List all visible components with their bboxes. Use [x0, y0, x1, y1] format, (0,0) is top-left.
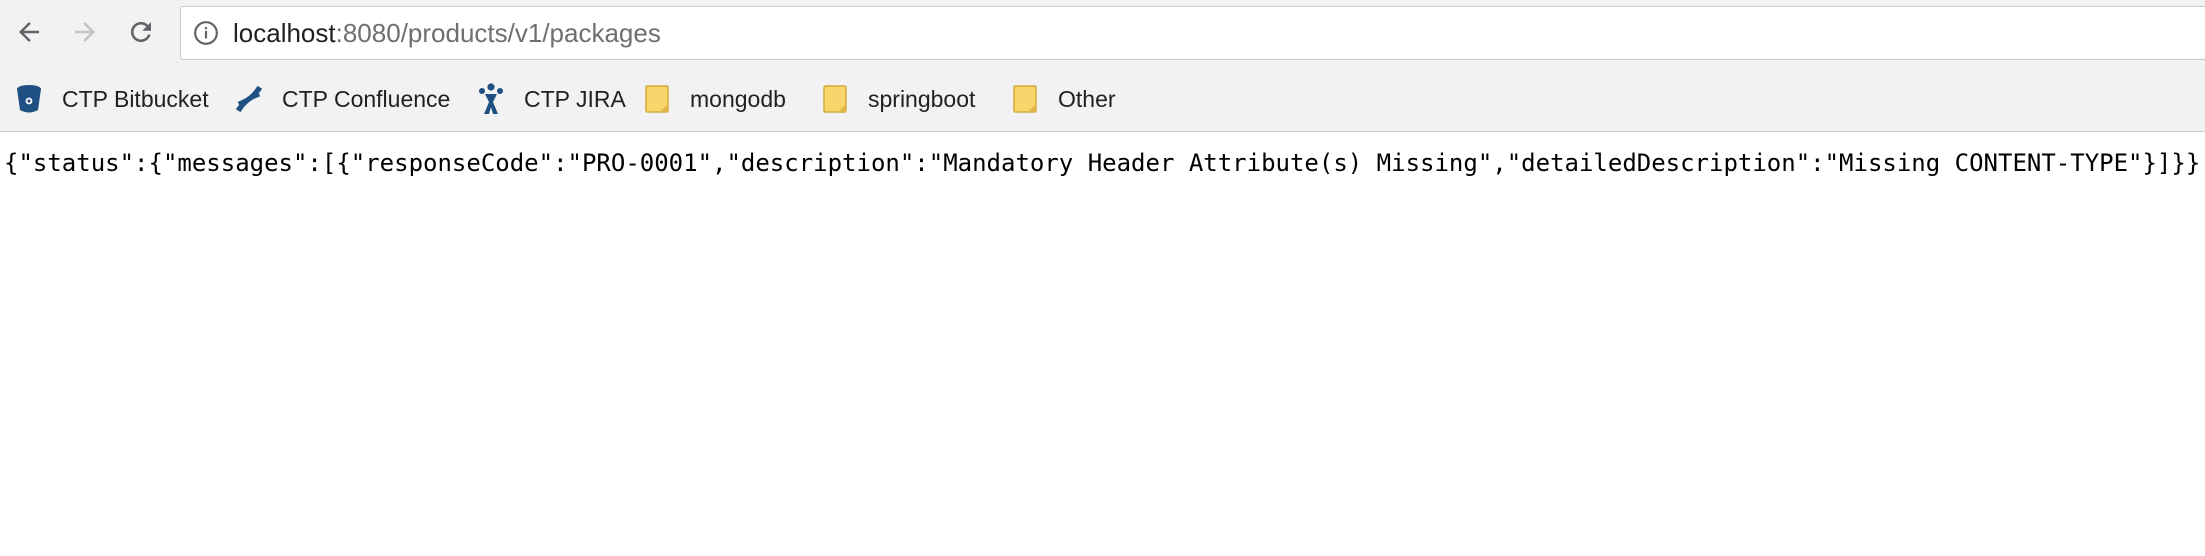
browser-toolbar: localhost:8080/products/v1/packages: [0, 0, 2205, 68]
bookmarks-bar: CTP Bitbucket CTP Confluence CTP JIRA mo…: [0, 68, 2205, 132]
bookmark-label: CTP Bitbucket: [62, 85, 209, 112]
info-icon[interactable]: [193, 20, 219, 46]
forward-button[interactable]: [66, 13, 104, 51]
bookmark-folder-mongodb[interactable]: mongodb: [642, 68, 786, 130]
bookmark-folder-other[interactable]: Other: [1010, 68, 1116, 130]
confluence-icon: [234, 82, 264, 116]
bitbucket-icon: [14, 82, 44, 116]
back-button[interactable]: [10, 13, 48, 51]
bookmark-ctp-confluence[interactable]: CTP Confluence: [234, 68, 450, 130]
arrow-right-icon: [75, 22, 95, 42]
reload-icon: [131, 22, 151, 42]
reload-button[interactable]: [122, 13, 160, 51]
bookmark-ctp-jira[interactable]: CTP JIRA: [476, 68, 626, 130]
bookmark-label: CTP Confluence: [282, 85, 451, 112]
url-path: :8080/products/v1/packages: [335, 18, 661, 48]
bookmark-label: CTP JIRA: [524, 85, 626, 112]
bookmark-label: Other: [1058, 85, 1116, 112]
bookmark-label: springboot: [868, 85, 976, 112]
arrow-left-icon: [19, 22, 39, 42]
address-bar[interactable]: localhost:8080/products/v1/packages: [180, 6, 2205, 60]
bookmark-ctp-bitbucket[interactable]: CTP Bitbucket: [14, 68, 209, 130]
jira-icon: [476, 82, 506, 116]
url-text[interactable]: localhost:8080/products/v1/packages: [233, 7, 661, 59]
folder-icon: [642, 82, 672, 116]
folder-icon: [820, 82, 850, 116]
json-response-text: {"status":{"messages":[{"responseCode":"…: [4, 149, 2201, 177]
folder-icon: [1010, 82, 1040, 116]
bookmark-label: mongodb: [690, 85, 786, 112]
url-host: localhost: [233, 18, 336, 48]
bookmark-folder-springboot[interactable]: springboot: [820, 68, 975, 130]
